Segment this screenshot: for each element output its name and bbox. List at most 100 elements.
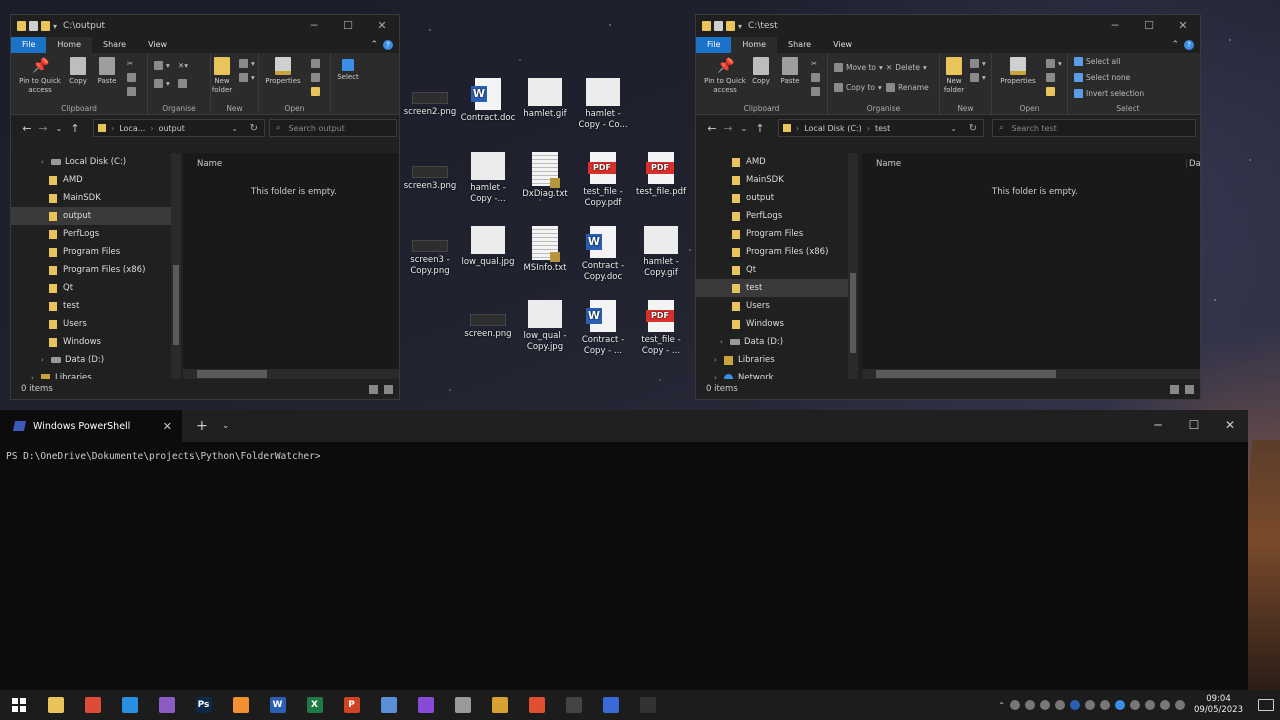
- details-view-icon[interactable]: [369, 384, 378, 394]
- history-icon[interactable]: [1046, 87, 1055, 96]
- desktop-file-low-qual-jpg[interactable]: low_qual.jpg: [460, 226, 516, 268]
- paste-shortcut-icon[interactable]: [127, 87, 136, 96]
- taskbar-app-obs[interactable]: [629, 690, 666, 720]
- nav-scrollbar-thumb[interactable]: [173, 265, 179, 345]
- recent-locations-icon[interactable]: ⌄: [51, 124, 67, 133]
- copy-to-icon[interactable]: ▾: [154, 79, 170, 88]
- breadcrumb-output[interactable]: output: [159, 124, 185, 133]
- forward-arrow-icon[interactable]: →: [35, 122, 51, 135]
- large-icons-view-icon[interactable]: [384, 384, 393, 394]
- headset-icon[interactable]: [1100, 700, 1110, 710]
- tree-item-program-files-x86[interactable]: Program Files (x86): [696, 243, 848, 261]
- breadcrumb-local-disk[interactable]: Loca...: [119, 124, 145, 133]
- tree-item-output[interactable]: output: [696, 189, 848, 207]
- tree-item-amd[interactable]: AMD: [696, 153, 848, 171]
- taskbar-app-file-explorer[interactable]: [37, 690, 74, 720]
- desktop-file-contract-copy[interactable]: Contract - Copy - ...: [575, 300, 631, 357]
- tab-view[interactable]: View: [137, 37, 178, 53]
- tab-view[interactable]: View: [822, 37, 863, 53]
- shell-prompt[interactable]: PS D:\OneDrive\Dokumente\projects\Python…: [0, 442, 1248, 471]
- start-button[interactable]: [0, 690, 37, 720]
- notification-center-icon[interactable]: [1258, 699, 1274, 711]
- edit-icon[interactable]: [1046, 73, 1055, 82]
- select-none-button[interactable]: Select none: [1074, 73, 1130, 82]
- desktop-file-hamlet-copy-co[interactable]: hamlet - Copy - Co...: [575, 78, 631, 131]
- move-to-button[interactable]: Move to ▾: [834, 63, 883, 72]
- expand-chevron-icon[interactable]: ›: [41, 356, 51, 364]
- tree-item-mainsdk[interactable]: MainSDK: [696, 171, 848, 189]
- new-folder-button[interactable]: New folder: [211, 57, 233, 95]
- speaker-icon[interactable]: [1175, 700, 1185, 710]
- forward-arrow-icon[interactable]: →: [720, 122, 736, 135]
- desktop-file-test-file-pdf[interactable]: test_file.pdf: [633, 152, 689, 198]
- nav-scrollbar[interactable]: [171, 153, 181, 385]
- taskbar-app-security[interactable]: [592, 690, 629, 720]
- column-header-name[interactable]: Name: [197, 159, 222, 169]
- help-icon[interactable]: ?: [1184, 40, 1194, 50]
- address-dropdown-icon[interactable]: ⌄: [950, 124, 957, 133]
- tree-item-mainsdk[interactable]: MainSDK: [11, 189, 171, 207]
- copy-to-button[interactable]: Copy to ▾: [834, 83, 882, 92]
- taskbar-app-firefox[interactable]: [407, 690, 444, 720]
- tree-item-data-d[interactable]: › Data (D:): [696, 333, 848, 351]
- expand-chevron-icon[interactable]: ›: [714, 356, 724, 364]
- expand-chevron-icon[interactable]: ›: [41, 158, 51, 166]
- chevron-down-icon[interactable]: ▾: [53, 22, 57, 31]
- recent-locations-icon[interactable]: ⌄: [736, 124, 752, 133]
- open-icon[interactable]: ▾: [1046, 59, 1062, 68]
- breadcrumb-local-disk[interactable]: Local Disk (C:): [804, 124, 862, 133]
- tree-item-windows[interactable]: Windows: [696, 315, 848, 333]
- tree-item-program-files[interactable]: Program Files: [696, 225, 848, 243]
- paste-button[interactable]: Paste: [95, 57, 119, 86]
- back-arrow-icon[interactable]: ←: [704, 122, 720, 135]
- column-header-name[interactable]: Name: [876, 159, 901, 169]
- easy-access-icon[interactable]: ▾: [970, 73, 986, 82]
- tree-item-program-files-x86[interactable]: Program Files (x86): [11, 261, 171, 279]
- microphone-icon[interactable]: [1010, 700, 1020, 710]
- minimize-icon[interactable]: ─: [297, 15, 331, 37]
- taskbar-app-photoshop[interactable]: Ps: [185, 690, 222, 720]
- word-tray-icon[interactable]: [1070, 700, 1080, 710]
- select-button[interactable]: Select: [333, 59, 363, 82]
- move-to-icon[interactable]: ▾: [154, 61, 170, 70]
- address-bar[interactable]: › Loca... › output ⌄ ↻: [93, 119, 265, 137]
- tree-item-libraries[interactable]: › Libraries: [696, 351, 848, 369]
- tree-item-perflogs[interactable]: PerfLogs: [696, 207, 848, 225]
- up-arrow-icon[interactable]: ↑: [752, 122, 768, 135]
- nav-scrollbar[interactable]: [848, 153, 858, 385]
- chevron-down-icon[interactable]: ⌄: [222, 421, 230, 431]
- cut-icon[interactable]: ✂: [811, 59, 817, 68]
- up-arrow-icon[interactable]: ↑: [67, 122, 83, 135]
- desktop-file-test-file-copy[interactable]: test_file - Copy - ...: [633, 300, 689, 357]
- desktop-file-msinfo-txt[interactable]: MSInfo.txt: [517, 226, 573, 274]
- file-list[interactable]: Name This folder is empty.: [183, 153, 399, 383]
- cloud-icon[interactable]: [1130, 700, 1140, 710]
- search-input[interactable]: ⌕ Search test: [992, 119, 1196, 137]
- show-hidden-icons-icon[interactable]: ⌃: [998, 701, 1005, 710]
- new-tab-button[interactable]: +: [196, 418, 208, 434]
- taskbar-app-vscode[interactable]: [111, 690, 148, 720]
- properties-button[interactable]: Properties: [996, 57, 1040, 86]
- tree-item-output[interactable]: output: [11, 207, 171, 225]
- copy-path-icon[interactable]: [811, 73, 820, 82]
- minimize-icon[interactable]: ─: [1098, 15, 1132, 37]
- tree-item-data-d[interactable]: › Data (D:): [11, 351, 171, 369]
- copy-button[interactable]: Copy: [750, 57, 772, 86]
- invert-selection-button[interactable]: Invert selection: [1074, 89, 1144, 98]
- desktop-file-screen3-copy-png[interactable]: screen3 - Copy.png: [402, 226, 458, 277]
- new-item-icon[interactable]: ▾: [970, 59, 986, 68]
- tree-item-qt[interactable]: Qt: [11, 279, 171, 297]
- expand-chevron-icon[interactable]: ›: [720, 338, 730, 346]
- tree-item-windows[interactable]: Windows: [11, 333, 171, 351]
- collapse-ribbon-icon[interactable]: ⌃: [370, 40, 378, 50]
- desktop-file-test-file-copy-pdf[interactable]: test_file - Copy.pdf: [575, 152, 631, 209]
- nav-scrollbar-thumb[interactable]: [850, 273, 856, 353]
- desktop-file-dxdiag-txt[interactable]: DxDiag.txt: [517, 152, 573, 200]
- collapse-ribbon-icon[interactable]: ⌃: [1171, 40, 1179, 50]
- select-all-button[interactable]: Select all: [1074, 57, 1120, 66]
- taskbar-app-terminal[interactable]: [555, 690, 592, 720]
- close-icon[interactable]: ✕: [1166, 15, 1200, 37]
- title-bar[interactable]: ▾ C:\test ─ ☐ ✕: [696, 15, 1200, 37]
- address-dropdown-icon[interactable]: ⌄: [231, 124, 238, 133]
- taskbar-app-pycharm[interactable]: [481, 690, 518, 720]
